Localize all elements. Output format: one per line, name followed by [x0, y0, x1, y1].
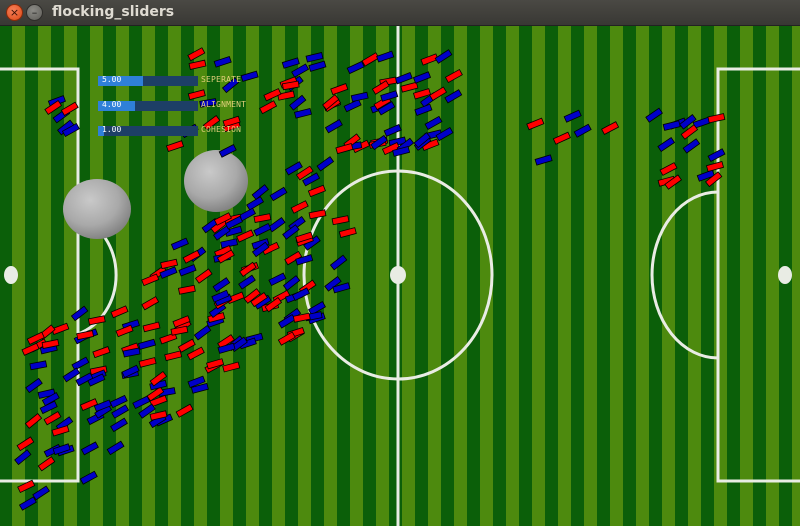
grass-stripe	[636, 26, 649, 526]
slider-label: SEPERATE	[201, 75, 242, 84]
minimize-icon[interactable]: –	[26, 4, 43, 21]
close-icon[interactable]: ×	[6, 4, 23, 21]
slider-value: 4.00	[102, 100, 122, 109]
center-spot	[390, 266, 406, 284]
obstacle-rock-right	[184, 150, 248, 212]
grass-stripe	[714, 26, 727, 526]
grass-stripe	[584, 26, 597, 526]
grass-stripe	[792, 26, 800, 526]
simulation-canvas[interactable]: 5.00 SEPERATE 4.00 ALIGNMENT 1.00 COHESI…	[0, 26, 800, 526]
slider-value: 1.00	[102, 125, 122, 134]
close-glyph: ×	[9, 6, 20, 19]
grass-stripe	[454, 26, 467, 526]
left-penalty-spot	[4, 266, 18, 284]
window-title: flocking_sliders	[52, 4, 175, 20]
slider-label: COHESION	[201, 125, 242, 134]
grass-stripe	[532, 26, 545, 526]
grass-stripe	[558, 26, 571, 526]
grass-stripe	[610, 26, 623, 526]
grass-stripe	[506, 26, 519, 526]
grass-stripe	[766, 26, 779, 526]
slider-label: ALIGNMENT	[201, 100, 247, 109]
app-window: × – flocking_sliders 5.00 SEPERATE 4.00 …	[0, 0, 800, 526]
right-penalty-spot	[778, 266, 792, 284]
obstacle-rock-left	[63, 179, 131, 239]
grass-stripe	[688, 26, 701, 526]
grass-stripe	[662, 26, 675, 526]
minimize-glyph: –	[31, 6, 38, 19]
grass-stripe	[740, 26, 753, 526]
slider-value: 5.00	[102, 75, 122, 84]
title-bar[interactable]: × – flocking_sliders	[0, 0, 800, 26]
